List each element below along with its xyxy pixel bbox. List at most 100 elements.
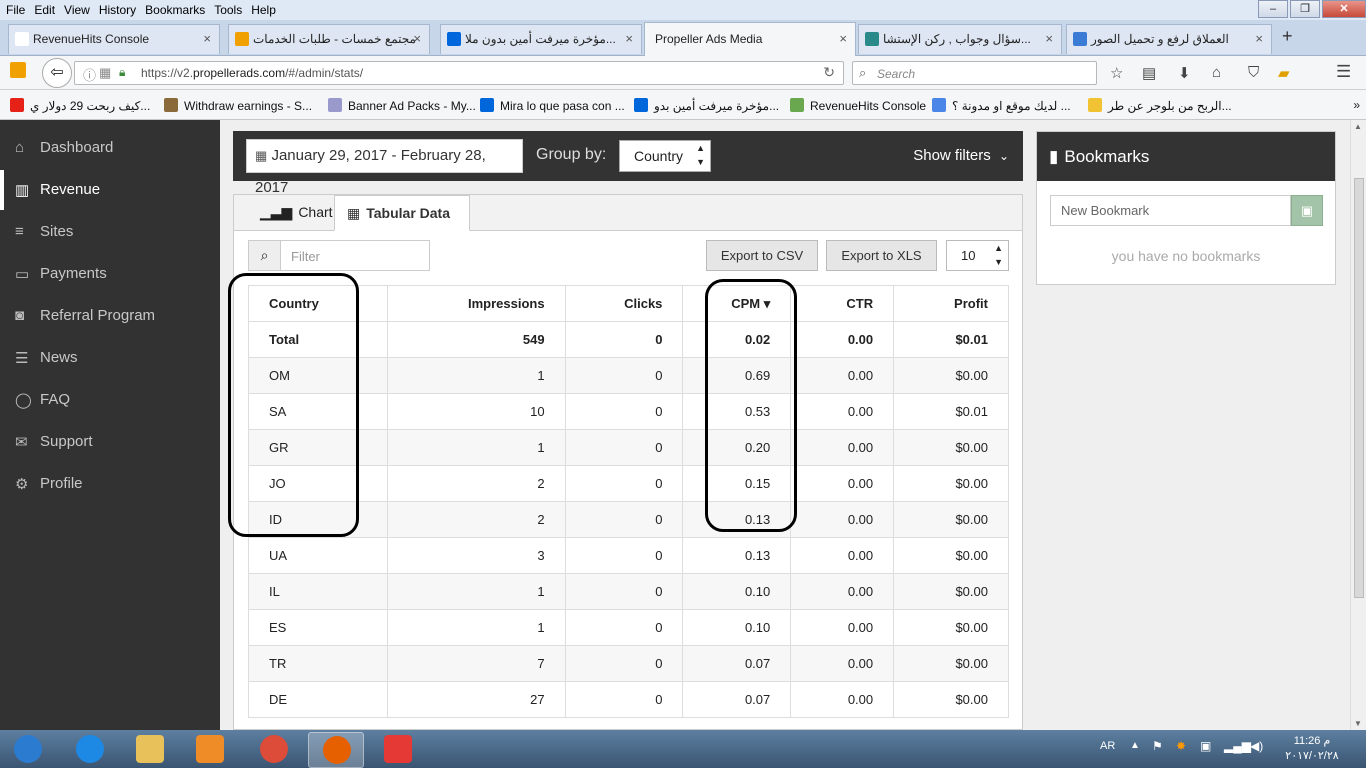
sidebar-item-label: FAQ (40, 391, 71, 408)
search-bar[interactable]: ⌕ Search (852, 61, 1097, 85)
sidebar-item-faq[interactable]: ◯ FAQ (0, 380, 220, 420)
tab-tabular-data[interactable]: ▦ Tabular Data (334, 195, 470, 231)
bookmark-item[interactable]: الربح من بلوجر عن طر... (1088, 98, 1232, 113)
bookmark-item[interactable]: مؤخرة ميرفت أمين بدو... (634, 98, 779, 113)
maximize-button[interactable]: ❐ (1290, 0, 1320, 18)
show-filters-toggle[interactable]: Show filters ⌄ (913, 147, 1009, 164)
filter-input[interactable]: ⌕ Filter (248, 240, 430, 271)
export-xls-button[interactable]: Export to XLS (826, 240, 937, 271)
browser-tab[interactable]: مجتمع خمسات - طلبات الخدمات × (228, 24, 430, 54)
download-icon[interactable]: ⬇ (1178, 64, 1191, 82)
hamburger-menu-icon[interactable]: ☰ (1336, 62, 1351, 82)
new-bookmark-input[interactable]: New Bookmark (1050, 195, 1291, 226)
cell-profit: $0.00 (893, 573, 1009, 610)
extension-icon[interactable]: ▰ (1278, 64, 1290, 82)
close-tab-icon[interactable]: × (203, 25, 211, 53)
tab-chart[interactable]: ▁▃▆ Chart (248, 195, 348, 231)
browser-tab[interactable]: Propeller Ads Media × (644, 22, 856, 56)
sidebar-item-label: Dashboard (40, 139, 114, 156)
save-bookmark-button[interactable]: ▣ (1291, 195, 1323, 226)
browser-tab[interactable]: سؤال وجواب , ركن الإستشا... × (858, 24, 1062, 54)
column-header-clicks[interactable]: Clicks (564, 285, 684, 322)
cell-country: OM (248, 357, 388, 394)
bulb-icon (1088, 98, 1102, 112)
avast-icon[interactable]: ✸ (1176, 739, 1186, 753)
device-icon[interactable]: ▣ (1200, 739, 1211, 753)
start-orb-icon[interactable] (0, 732, 56, 768)
browser-tab[interactable]: العملاق لرفع و تحميل الصور × (1066, 24, 1272, 54)
info-icon[interactable]: ⓘ (83, 65, 96, 84)
tracking-icon[interactable]: ▦ (99, 65, 111, 81)
browser-tab[interactable]: RevenueHits Console × (8, 24, 220, 54)
back-button[interactable]: ⇦ (42, 58, 72, 88)
column-header-country[interactable]: Country (248, 285, 388, 322)
menu-view[interactable]: View (64, 3, 90, 17)
menu-help[interactable]: Help (251, 3, 276, 17)
browser-tab[interactable]: مؤخرة ميرفت أمين بدون ملا... × (440, 24, 642, 54)
menu-tools[interactable]: Tools (214, 3, 242, 17)
sidebar-item-profile[interactable]: ⚙ Profile (0, 464, 220, 504)
reading-list-icon[interactable]: ▤ (1142, 64, 1156, 82)
menu-history[interactable]: History (99, 3, 136, 17)
media-player-icon[interactable] (182, 732, 238, 768)
sidebar-item-dashboard[interactable]: ⌂ Dashboard (0, 128, 220, 168)
bookmark-item[interactable]: Banner Ad Packs - My... (328, 98, 476, 113)
menu-file[interactable]: File (6, 3, 25, 17)
column-header-ctr[interactable]: CTR (790, 285, 895, 322)
file-explorer-icon[interactable] (122, 732, 178, 768)
scroll-down-icon[interactable]: ▼ (1354, 719, 1362, 728)
sidebar-item-label: Sites (40, 223, 74, 240)
new-bookmark-placeholder: New Bookmark (1061, 203, 1150, 218)
sidebar-item-payments[interactable]: ▭ Payments (0, 254, 220, 294)
close-tab-icon[interactable]: × (625, 25, 633, 53)
minimize-button[interactable]: – (1258, 0, 1288, 18)
column-header-impressions[interactable]: Impressions (386, 285, 566, 322)
scroll-up-icon[interactable]: ▲ (1354, 122, 1362, 131)
menu-edit[interactable]: Edit (34, 3, 55, 17)
close-tab-icon[interactable]: × (413, 25, 421, 53)
pocket-icon[interactable]: ⛉ (1248, 64, 1259, 81)
reload-icon[interactable]: ↻ (823, 64, 835, 81)
close-tab-icon[interactable]: × (1255, 25, 1263, 53)
column-header-cpm[interactable]: CPM ▾ (682, 285, 792, 322)
network-icon[interactable]: ▂▄▆ (1224, 739, 1251, 753)
url-bar[interactable]: ⓘ ▦ 🔒︎ https://v2.propellerads.com/#/adm… (74, 61, 844, 85)
group-by-select[interactable]: Country ▲ ▼ (619, 140, 711, 172)
scroll-thumb[interactable] (1354, 178, 1364, 598)
sidebar-item-referral-program[interactable]: ◙ Referral Program (0, 296, 220, 336)
close-button[interactable]: ✕ (1322, 0, 1366, 18)
page-scrollbar[interactable]: ▲ ▼ (1350, 120, 1366, 730)
table-header-row: Country Impressions Clicks CPM ▾ CTR Profit (248, 285, 1009, 322)
column-header-profit[interactable]: Profit (893, 285, 1009, 322)
bookmark-item[interactable]: لديك موقع او مدونة ؟ ... (932, 98, 1071, 113)
bookmark-item[interactable]: RevenueHits Console (790, 98, 926, 113)
tray-expand-icon[interactable]: ▲ (1130, 740, 1140, 751)
menu-bookmarks[interactable]: Bookmarks (145, 3, 205, 17)
page-size-select[interactable]: 10 ▲ ▼ (946, 240, 1009, 271)
table-row: IL 1 0 0.10 0.00 $0.00 (248, 573, 1009, 610)
bookmark-item[interactable]: Withdraw earnings - S... (164, 98, 312, 113)
sidebar-item-news[interactable]: ☰ News (0, 338, 220, 378)
bookmark-item[interactable]: Mira lo que pasa con ... (480, 98, 625, 113)
language-indicator[interactable]: AR (1100, 740, 1115, 752)
table-row: GR 1 0 0.20 0.00 $0.00 (248, 429, 1009, 466)
star-icon[interactable]: ☆ (1110, 64, 1123, 82)
firefox-icon[interactable] (308, 732, 364, 768)
date-range-picker[interactable]: ▦ January 29, 2017 - February 28, 2017 (246, 139, 523, 196)
flag-icon[interactable]: ⚑ (1152, 739, 1163, 753)
chrome-icon[interactable] (246, 732, 302, 768)
system-clock[interactable]: 11:26 م ٢٠١٧/٠٢/٢٨ (1282, 734, 1342, 764)
bookmark-item[interactable]: كيف ربحت 29 دولار ي... (10, 98, 150, 113)
sidebar-item-sites[interactable]: ≡ Sites (0, 212, 220, 252)
sidebar-item-revenue[interactable]: ▥ Revenue (0, 170, 220, 210)
close-tab-icon[interactable]: × (839, 23, 847, 55)
internet-explorer-icon[interactable] (62, 732, 118, 768)
new-tab-button[interactable]: + (1282, 26, 1293, 47)
sidebar-item-support[interactable]: ✉ Support (0, 422, 220, 462)
upload-app-icon[interactable] (370, 732, 426, 768)
more-bookmarks-icon[interactable]: » (1353, 98, 1360, 112)
volume-icon[interactable]: ◀) (1250, 739, 1263, 753)
home-icon[interactable]: ⌂ (1212, 64, 1221, 81)
export-csv-button[interactable]: Export to CSV (706, 240, 818, 271)
close-tab-icon[interactable]: × (1045, 25, 1053, 53)
